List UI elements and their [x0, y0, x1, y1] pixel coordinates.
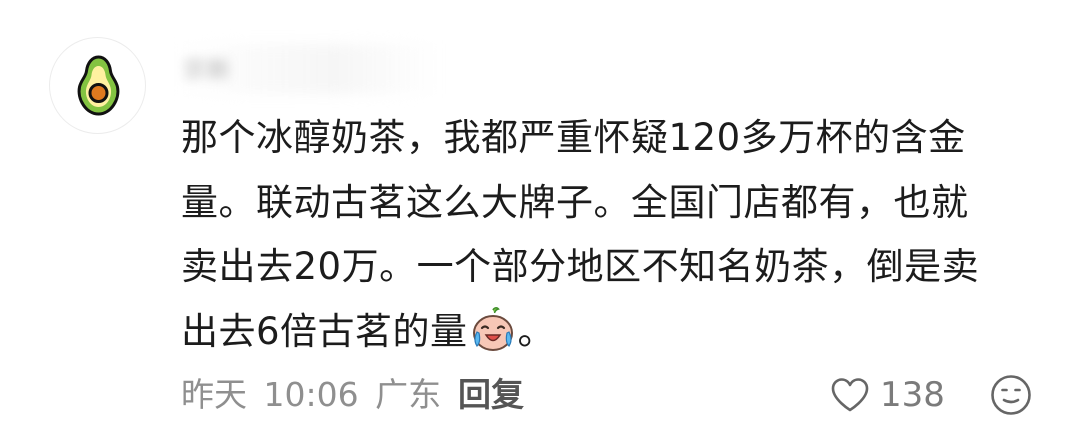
comment-author[interactable]: 宗新	[183, 48, 231, 92]
author-name: 宗新	[183, 56, 231, 84]
comment-meta: 昨天 10:06 广东	[181, 370, 447, 420]
user-avatar[interactable]	[49, 37, 146, 134]
like-count: 138	[880, 375, 945, 415]
comment-location: 广东	[375, 375, 442, 414]
trailing-punct: 。	[517, 309, 556, 353]
comment-line: 量。联动古茗这么大牌子。全国门店都有，也就	[181, 180, 969, 224]
comment-line: 出去6倍古茗的量	[181, 309, 468, 353]
comment-date: 昨天	[181, 375, 247, 414]
comment-body: 那个冰醇奶茶，我都严重怀疑120多万杯的含金 量。联动古茗这么大牌子。全国门店都…	[181, 106, 1041, 364]
like-button[interactable]: 138	[830, 370, 945, 420]
react-button[interactable]	[989, 373, 1033, 417]
comment-last-line: 出去6倍古茗的量 。	[181, 300, 1041, 365]
smiley-face-icon	[991, 375, 1031, 415]
avocado-avatar-icon	[77, 55, 120, 116]
comment-line: 那个冰醇奶茶，我都严重怀疑120多万杯的含金	[181, 116, 966, 159]
reply-button[interactable]: 回复	[458, 370, 524, 420]
comment-line: 卖出去20万。一个部分地区不知名奶茶，倒是卖	[181, 245, 980, 288]
crying-face-emoji-icon	[472, 306, 513, 351]
heart-outline-icon	[831, 378, 869, 412]
comment-time: 10:06	[263, 375, 359, 414]
